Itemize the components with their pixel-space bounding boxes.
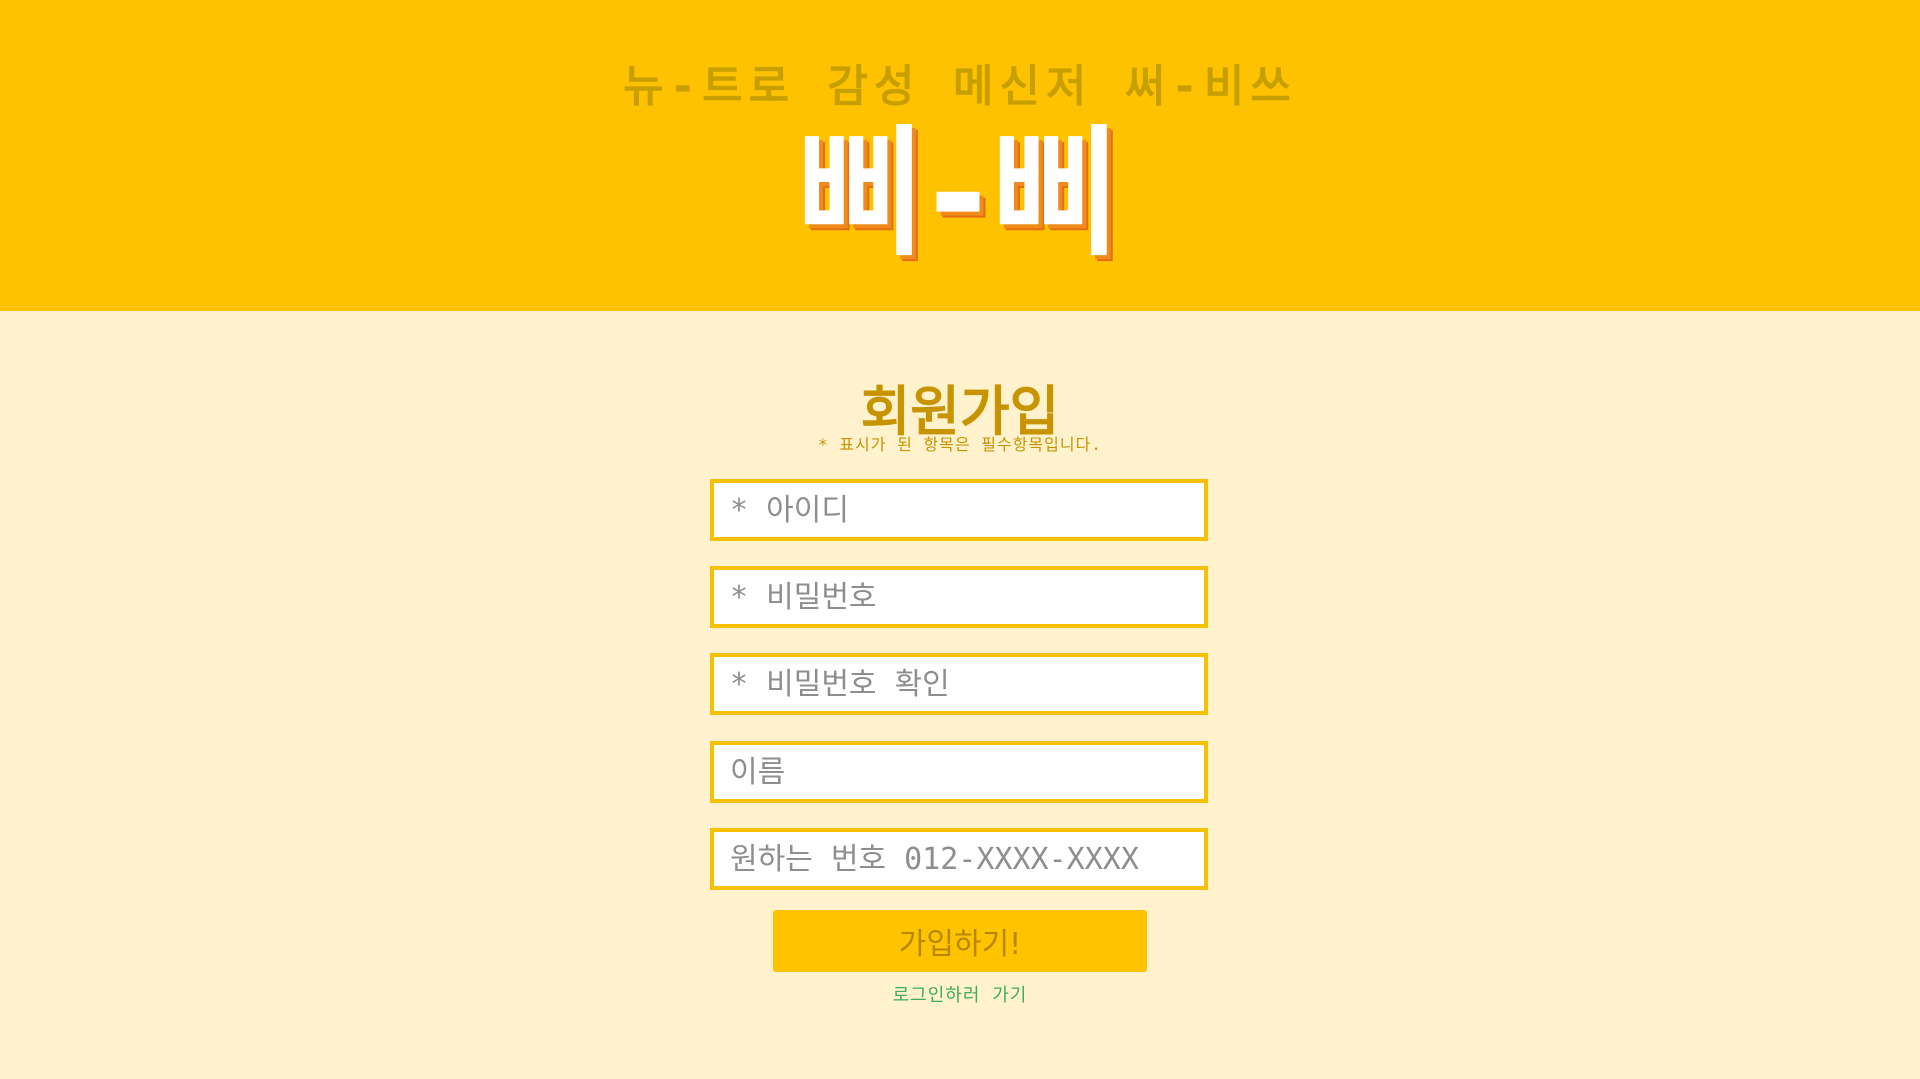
password-confirm-input[interactable] [710, 653, 1208, 715]
user-id-input[interactable] [710, 479, 1208, 541]
header-banner: 뉴-트로 감성 메신저 써-비쓰 삐-삐 [0, 0, 1920, 311]
phone-number-input[interactable] [710, 828, 1208, 890]
tagline: 뉴-트로 감성 메신저 써-비쓰 [623, 61, 1297, 112]
password-input[interactable] [710, 566, 1208, 628]
signup-button[interactable]: 가입하기! [773, 910, 1147, 972]
signup-section: 회원가입 * 표시가 된 항목은 필수항목입니다. 가입하기! 로그인하러 가기 [0, 311, 1920, 1079]
required-note: * 표시가 된 항목은 필수항목입니다. [818, 435, 1102, 454]
app-logo: 삐-삐 [796, 113, 1124, 276]
login-link[interactable]: 로그인하러 가기 [0, 981, 1920, 1007]
name-input[interactable] [710, 741, 1208, 803]
